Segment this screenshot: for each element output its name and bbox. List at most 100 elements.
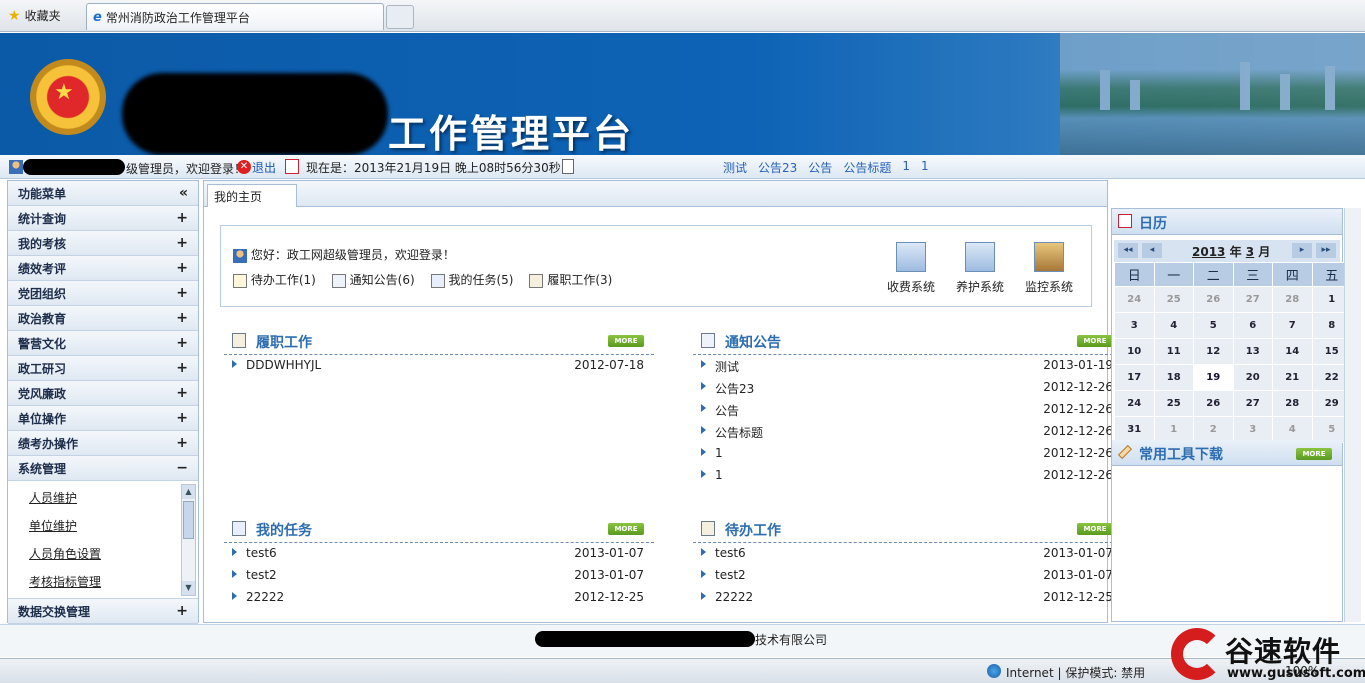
list-item[interactable]: test6 2013-01-07 — [693, 543, 1123, 565]
calendar-day[interactable]: 13 — [1232, 338, 1273, 365]
browser-tab[interactable]: e 常州消防政治工作管理平台 — [86, 3, 384, 30]
task-link[interactable]: 我的任务(5) — [430, 271, 513, 288]
sidebar-item[interactable]: 警营文化 + — [8, 331, 198, 356]
calendar-day[interactable]: 11 — [1153, 338, 1194, 365]
calendar-day[interactable]: 3 — [1232, 416, 1273, 443]
notice-link[interactable]: 1 — [902, 159, 910, 176]
calendar-day[interactable]: 18 — [1153, 364, 1194, 391]
scroll-up-icon[interactable]: ▲ — [182, 485, 195, 499]
sidebar-item[interactable]: 政工研习 + — [8, 356, 198, 381]
prev-month-button[interactable]: ◂ — [1142, 243, 1162, 258]
more-button[interactable]: MORE — [1296, 448, 1332, 460]
calendar-day[interactable]: 25 — [1153, 390, 1194, 417]
calendar-day[interactable]: 26 — [1193, 286, 1234, 313]
sidebar-item[interactable]: 绩效考评 + — [8, 256, 198, 281]
calendar-day[interactable]: 12 — [1193, 338, 1234, 365]
list-item[interactable]: 22222 2012-12-25 — [224, 587, 654, 609]
more-button[interactable]: MORE — [608, 523, 644, 535]
scroll-down-icon[interactable]: ▼ — [182, 581, 195, 595]
sidebar-item[interactable]: 统计查询 + — [8, 206, 198, 231]
calendar-day[interactable]: 10 — [1114, 338, 1155, 365]
year-select[interactable]: 2013 — [1192, 245, 1225, 259]
sidebar-item[interactable]: 党风廉政 + — [8, 381, 198, 406]
calendar-day[interactable]: 1 — [1153, 416, 1194, 443]
calendar-day[interactable]: 4 — [1153, 312, 1194, 339]
page-scrollbar[interactable] — [1344, 208, 1361, 622]
list-item[interactable]: 22222 2012-12-25 — [693, 587, 1123, 609]
sidebar-item[interactable]: 绩考办操作 + — [8, 431, 198, 456]
submenu-item[interactable]: 单位维护 — [29, 517, 77, 534]
calendar-day[interactable]: 6 — [1232, 312, 1273, 339]
calendar-day[interactable]: 5 — [1193, 312, 1234, 339]
prev-year-button[interactable]: ◂◂ — [1118, 243, 1138, 258]
calendar-day[interactable]: 24 — [1114, 286, 1155, 313]
calendar-title: 日历 — [1139, 216, 1167, 232]
next-month-button[interactable]: ▸ — [1292, 243, 1312, 258]
notice-link[interactable]: 通知公告(6) — [331, 271, 415, 288]
notice-link[interactable]: 公告标题 — [843, 159, 891, 176]
list-item[interactable]: test6 2013-01-07 — [224, 543, 654, 565]
list-item[interactable]: DDDWHHYJL 2012-07-18 — [224, 355, 654, 377]
favorites-button[interactable]: ★ 收藏夹 — [8, 7, 61, 24]
item-title: 1 — [715, 446, 723, 460]
submenu-item[interactable]: 人员角色设置 — [29, 545, 101, 562]
calendar-day[interactable]: 17 — [1114, 364, 1155, 391]
calendar-day[interactable]: 27 — [1232, 390, 1273, 417]
calendar-day[interactable]: 7 — [1272, 312, 1313, 339]
weekday: 二 — [1193, 262, 1234, 287]
list-item[interactable]: 测试 2013-01-19 — [693, 355, 1123, 377]
new-tab-button[interactable] — [386, 5, 414, 29]
tools-header: 常用工具下载 MORE — [1112, 440, 1342, 466]
month-select[interactable]: 3 — [1246, 245, 1254, 259]
calendar-day[interactable]: 21 — [1272, 364, 1313, 391]
calendar-day[interactable]: 28 — [1272, 390, 1313, 417]
calendar-day[interactable]: 14 — [1272, 338, 1313, 365]
notice-link[interactable]: 1 — [921, 159, 929, 176]
calendar-day[interactable]: 26 — [1193, 390, 1234, 417]
submenu-scrollbar[interactable]: ▲ ▼ — [181, 484, 196, 596]
calendar-day[interactable]: 2 — [1193, 416, 1234, 443]
submenu-item[interactable]: 人员维护 — [29, 489, 77, 506]
logout-link[interactable]: 退出 — [252, 159, 276, 176]
more-button[interactable]: MORE — [1077, 523, 1113, 535]
tab-home[interactable]: 我的主页 — [207, 184, 297, 207]
duty-link[interactable]: 履职工作(3) — [529, 271, 612, 288]
calendar-day[interactable]: 28 — [1272, 286, 1313, 313]
calendar-day[interactable]: 27 — [1232, 286, 1273, 313]
collapse-icon[interactable]: « — [179, 185, 188, 201]
sidebar-item[interactable]: 数据交换管理 + — [8, 599, 198, 624]
charge-system-button[interactable]: 收费系统 — [881, 242, 941, 295]
calendar-day[interactable]: 20 — [1232, 364, 1273, 391]
list-item[interactable]: 1 2012-12-26 — [693, 443, 1123, 465]
scroll-thumb[interactable] — [183, 501, 194, 539]
notice-link[interactable]: 测试 — [723, 159, 747, 176]
list-item[interactable]: 公告23 2012-12-26 — [693, 377, 1123, 399]
sidebar-item[interactable]: 我的考核 + — [8, 231, 198, 256]
maintenance-system-button[interactable]: 养护系统 — [950, 242, 1010, 295]
notice-link[interactable]: 公告 — [808, 159, 832, 176]
sidebar-item[interactable]: 政治教育 + — [8, 306, 198, 331]
calendar-day[interactable]: 31 — [1114, 416, 1155, 443]
monitor-system-button[interactable]: 监控系统 — [1019, 242, 1079, 295]
sidebar-item[interactable]: 党团组织 + — [8, 281, 198, 306]
next-year-button[interactable]: ▸▸ — [1316, 243, 1336, 258]
calendar-day[interactable]: 3 — [1114, 312, 1155, 339]
calendar-day-today[interactable]: 19 — [1193, 364, 1234, 391]
more-button[interactable]: MORE — [608, 335, 644, 347]
list-item[interactable]: 公告 2012-12-26 — [693, 399, 1123, 421]
close-icon[interactable]: ✕ — [237, 160, 251, 174]
calendar-day[interactable]: 25 — [1153, 286, 1194, 313]
list-item[interactable]: 公告标题 2012-12-26 — [693, 421, 1123, 443]
list-item[interactable]: 1 2012-12-26 — [693, 465, 1123, 487]
notice-link[interactable]: 公告23 — [758, 159, 797, 176]
todo-link[interactable]: 待办工作(1) — [233, 271, 316, 288]
calendar-day[interactable]: 4 — [1272, 416, 1313, 443]
submenu-item[interactable]: 考核指标管理 — [29, 573, 101, 590]
list-item[interactable]: test2 2013-01-07 — [693, 565, 1123, 587]
calendar-day[interactable]: 24 — [1114, 390, 1155, 417]
more-button[interactable]: MORE — [1077, 335, 1113, 347]
sidebar-item-expanded[interactable]: 系统管理 − — [8, 456, 198, 481]
police-emblem-icon: ★ — [30, 59, 106, 135]
sidebar-item[interactable]: 单位操作 + — [8, 406, 198, 431]
list-item[interactable]: test2 2013-01-07 — [224, 565, 654, 587]
